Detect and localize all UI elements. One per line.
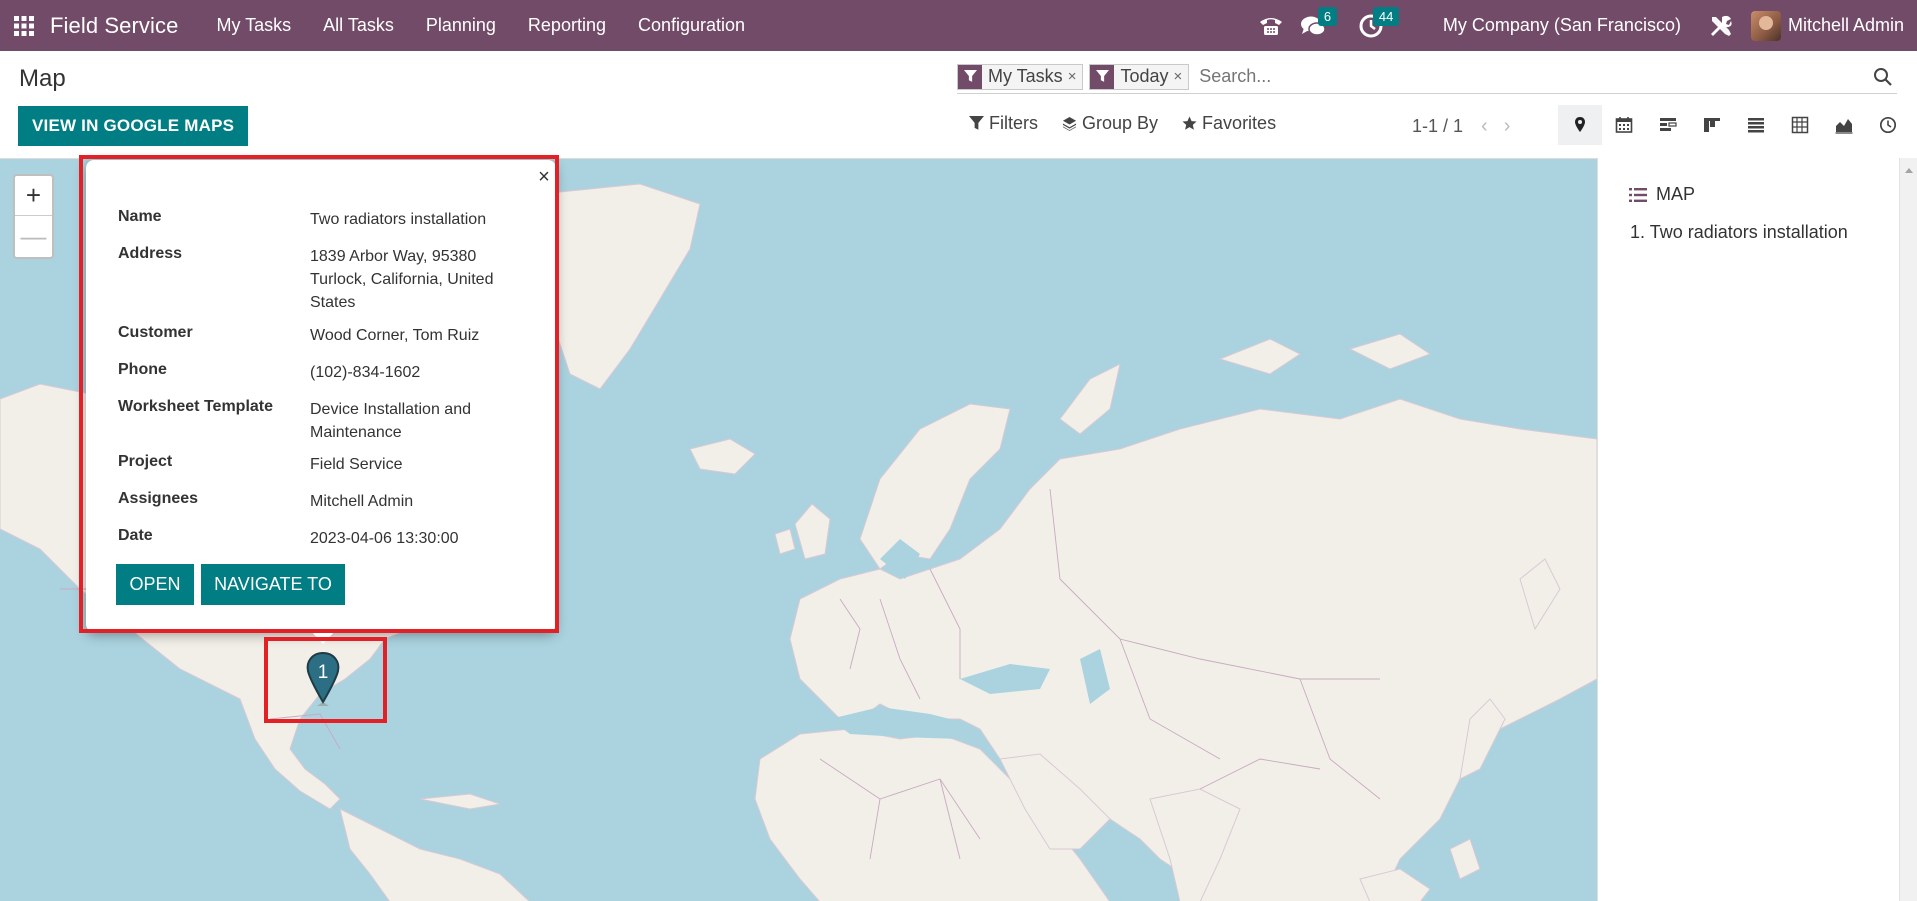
side-panel-title: MAP bbox=[1629, 184, 1695, 205]
menu-my-tasks[interactable]: My Tasks bbox=[216, 15, 291, 36]
kanban-view-button[interactable] bbox=[1690, 105, 1734, 145]
menu-reporting[interactable]: Reporting bbox=[528, 15, 606, 36]
activity-icon bbox=[1879, 116, 1897, 134]
page-title: Map bbox=[19, 65, 66, 92]
pager: 1-1 / 1 ‹ › bbox=[1412, 115, 1510, 138]
facet-label: My Tasks bbox=[982, 64, 1068, 89]
map-icon bbox=[1575, 117, 1585, 132]
popup-highlight-box bbox=[79, 155, 559, 633]
view-switcher bbox=[1558, 105, 1910, 145]
pivot-view-button[interactable] bbox=[1778, 105, 1822, 145]
facet-remove-button[interactable]: × bbox=[1067, 64, 1083, 89]
group-by-label: Group By bbox=[1082, 113, 1159, 133]
pivot-icon bbox=[1791, 116, 1809, 134]
favorites-label: Favorites bbox=[1202, 113, 1277, 133]
pager-value[interactable]: 1-1 / 1 bbox=[1412, 116, 1463, 137]
facet-my-tasks: My Tasks × bbox=[957, 63, 1084, 90]
pager-previous-button[interactable]: ‹ bbox=[1481, 115, 1488, 138]
gantt-view-button[interactable] bbox=[1646, 105, 1690, 145]
filters-dropdown[interactable]: Filters bbox=[969, 113, 1038, 134]
star-icon bbox=[1182, 116, 1197, 130]
graph-icon bbox=[1835, 119, 1853, 134]
company-switcher[interactable]: My Company (San Francisco) bbox=[1443, 15, 1681, 36]
activities-icon[interactable]: 44 bbox=[1353, 0, 1411, 51]
calendar-view-button[interactable] bbox=[1602, 105, 1646, 145]
map-side-panel: MAP 1. Two radiators installation bbox=[1597, 158, 1899, 901]
side-panel-title-text: MAP bbox=[1656, 184, 1696, 204]
search-bar: My Tasks × Today × bbox=[957, 60, 1897, 94]
list-view-button[interactable] bbox=[1734, 105, 1778, 145]
avatar bbox=[1750, 10, 1781, 41]
list-icon bbox=[1748, 118, 1764, 133]
app-name[interactable]: Field Service bbox=[50, 13, 178, 39]
debug-tools-icon[interactable] bbox=[1703, 0, 1739, 51]
facet-remove-button[interactable]: × bbox=[1173, 64, 1189, 89]
menu-planning[interactable]: Planning bbox=[426, 15, 496, 36]
filter-icon bbox=[1090, 64, 1115, 89]
messages-icon[interactable]: 6 bbox=[1291, 0, 1353, 51]
map-view-button[interactable] bbox=[1558, 105, 1602, 145]
filter-icon bbox=[958, 64, 982, 89]
calendar-icon bbox=[1615, 117, 1633, 133]
menu-configuration[interactable]: Configuration bbox=[638, 15, 745, 36]
messages-badge: 6 bbox=[1317, 7, 1338, 26]
apps-menu-icon[interactable] bbox=[2, 0, 46, 51]
top-navbar: Field Service My Tasks All Tasks Plannin… bbox=[0, 0, 1917, 51]
activity-view-button[interactable] bbox=[1866, 105, 1910, 145]
kanban-icon bbox=[1704, 118, 1720, 132]
list-icon bbox=[1629, 187, 1647, 202]
zoom-control: + — bbox=[13, 174, 54, 259]
search-icon[interactable] bbox=[1871, 65, 1895, 89]
filter-icon bbox=[969, 116, 984, 130]
gantt-icon bbox=[1660, 118, 1677, 131]
view-in-google-maps-button[interactable]: VIEW IN GOOGLE MAPS bbox=[18, 106, 249, 146]
layers-icon bbox=[1062, 116, 1077, 131]
pager-next-button[interactable]: › bbox=[1504, 115, 1511, 138]
phone-icon[interactable] bbox=[1251, 0, 1291, 51]
group-by-dropdown[interactable]: Group By bbox=[1062, 113, 1158, 134]
scrollbar[interactable] bbox=[1899, 158, 1917, 901]
zoom-in-button[interactable]: + bbox=[15, 176, 52, 216]
search-input[interactable] bbox=[1195, 66, 1871, 87]
side-panel-item[interactable]: 1. Two radiators installation bbox=[1630, 222, 1848, 243]
user-menu[interactable]: Mitchell Admin bbox=[1750, 10, 1904, 41]
marker-highlight-box bbox=[264, 637, 387, 723]
zoom-out-button[interactable]: — bbox=[15, 216, 52, 256]
activities-badge: 44 bbox=[1372, 7, 1400, 26]
filters-label: Filters bbox=[989, 113, 1038, 133]
menu-all-tasks[interactable]: All Tasks bbox=[323, 15, 394, 36]
facet-label: Today bbox=[1114, 64, 1174, 89]
user-name: Mitchell Admin bbox=[1787, 15, 1904, 35]
search-options: Filters Group By Favorites bbox=[969, 113, 1300, 134]
facet-today: Today × bbox=[1089, 63, 1190, 90]
graph-view-button[interactable] bbox=[1822, 105, 1866, 145]
favorites-dropdown[interactable]: Favorites bbox=[1182, 113, 1276, 134]
